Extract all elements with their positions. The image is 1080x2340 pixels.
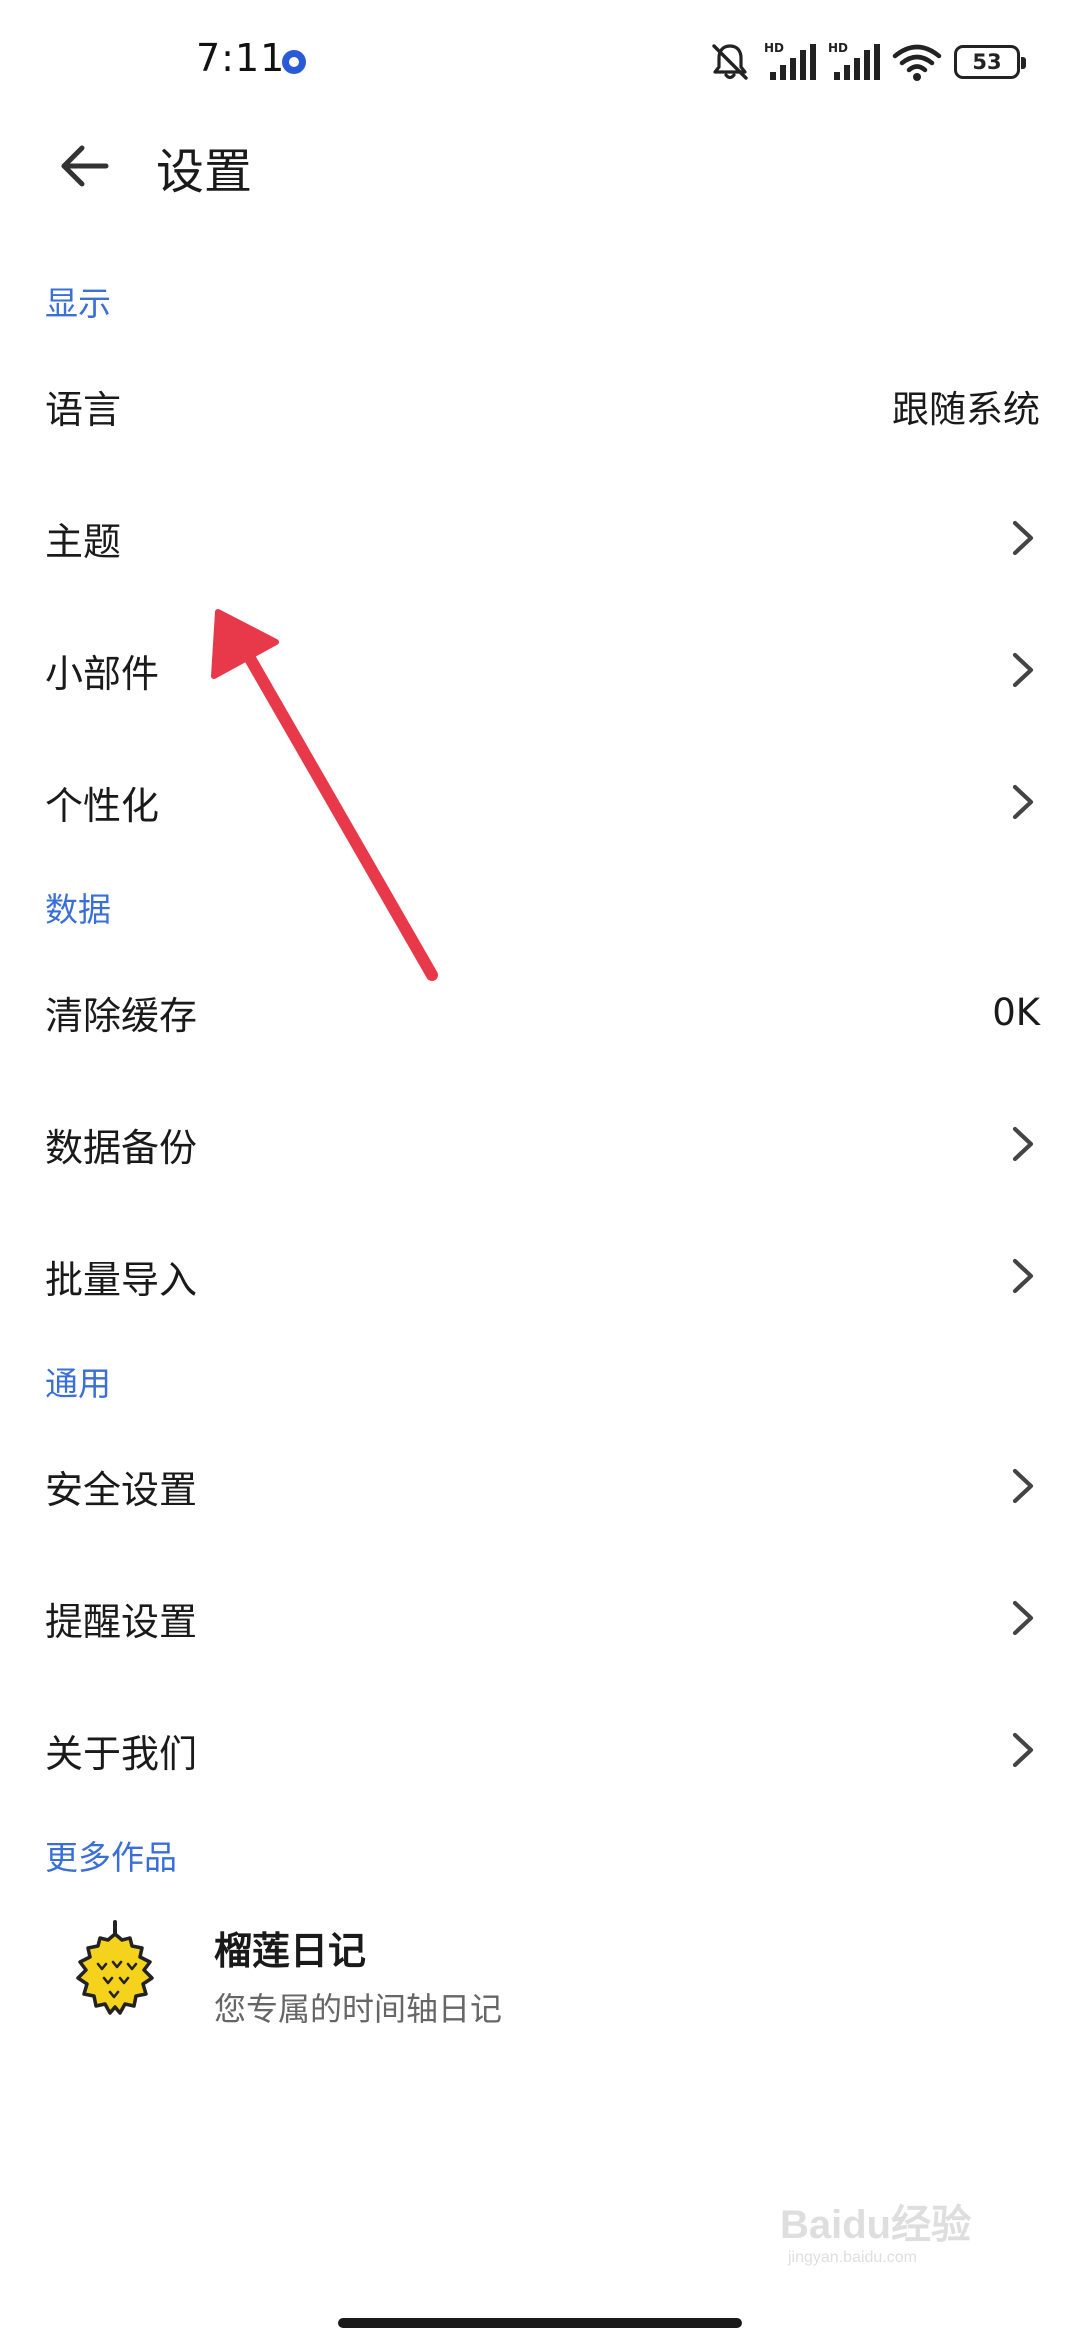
app-name: 榴莲日记 <box>214 1929 367 1973</box>
settings-list: 显示 语言 跟随系统 主题 小部件 个性化 数据 清除缓存 0K 数据备份 批量… <box>0 262 1080 2044</box>
row-personalization[interactable]: 个性化 <box>0 736 1080 868</box>
row-language[interactable]: 语言 跟随系统 <box>0 340 1080 472</box>
row-label: 主题 <box>45 519 122 564</box>
row-reminder-settings[interactable]: 提醒设置 <box>0 1552 1080 1684</box>
mute-bell-icon <box>712 44 748 80</box>
row-batch-import[interactable]: 批量导入 <box>0 1210 1080 1342</box>
network-hd-label-2: HD <box>828 41 848 55</box>
chevron-right-icon <box>1006 782 1040 822</box>
row-label: 个性化 <box>45 783 160 828</box>
row-label: 安全设置 <box>45 1467 198 1512</box>
settings-screen: 7:11 HD HD 53 设置 显示 语言 跟随系统 主题 小部件 个性化 数… <box>0 0 1080 2340</box>
status-bar: 7:11 HD HD 53 <box>0 0 1080 124</box>
cellular-signal-icon: HD <box>764 41 816 80</box>
row-label: 批量导入 <box>45 1257 198 1302</box>
row-theme[interactable]: 主题 <box>0 472 1080 604</box>
app-header: 设置 <box>0 110 1080 220</box>
watermark-sub: jingyan.baidu.com <box>787 2249 917 2266</box>
section-header-more-works: 更多作品 <box>45 1838 177 1877</box>
cellular-signal-2-icon: HD <box>828 41 880 80</box>
network-hd-label: HD <box>764 41 784 55</box>
row-label: 关于我们 <box>45 1731 198 1776</box>
row-label: 清除缓存 <box>45 993 198 1038</box>
app-description: 您专属的时间轴日记 <box>214 1990 503 2028</box>
chevron-right-icon <box>1006 1466 1040 1506</box>
page-title: 设置 <box>156 144 253 200</box>
watermark-text: Baidu经验 <box>780 2203 971 2247</box>
row-value: 跟随系统 <box>892 388 1040 431</box>
row-about-us[interactable]: 关于我们 <box>0 1684 1080 1816</box>
chevron-right-icon <box>1006 1598 1040 1638</box>
app-item-durian-diary[interactable]: 榴莲日记 您专属的时间轴日记 <box>0 1894 1080 2044</box>
row-security-settings[interactable]: 安全设置 <box>0 1420 1080 1552</box>
row-data-backup[interactable]: 数据备份 <box>0 1078 1080 1210</box>
section-header-general: 通用 <box>45 1364 111 1403</box>
chevron-right-icon <box>1006 518 1040 558</box>
wifi-icon <box>892 44 942 81</box>
row-widgets[interactable]: 小部件 <box>0 604 1080 736</box>
row-clear-cache[interactable]: 清除缓存 0K <box>0 946 1080 1078</box>
chevron-right-icon <box>1006 1124 1040 1164</box>
row-label: 小部件 <box>45 651 160 696</box>
baidu-watermark-logo: Baidu经验 jingyan.baidu.com <box>780 2203 971 2266</box>
notification-dot-icon <box>282 50 306 74</box>
battery-icon: 53 <box>954 45 1026 79</box>
home-indicator[interactable] <box>338 2318 742 2328</box>
row-label: 语言 <box>45 387 122 432</box>
back-button[interactable] <box>48 130 120 202</box>
row-label: 数据备份 <box>45 1125 198 1170</box>
section-header-display: 显示 <box>45 284 111 323</box>
status-time: 7:11 <box>196 36 286 80</box>
status-icons: HD HD 53 <box>708 40 1026 84</box>
battery-level: 53 <box>972 50 1002 74</box>
chevron-right-icon <box>1006 650 1040 690</box>
back-arrow-icon <box>61 145 109 187</box>
row-label: 提醒设置 <box>45 1599 198 1644</box>
section-header-data: 数据 <box>45 890 111 929</box>
chevron-right-icon <box>1006 1256 1040 1296</box>
chevron-right-icon <box>1006 1730 1040 1770</box>
row-value: 0K <box>992 990 1040 1034</box>
durian-app-icon <box>76 1920 154 2015</box>
